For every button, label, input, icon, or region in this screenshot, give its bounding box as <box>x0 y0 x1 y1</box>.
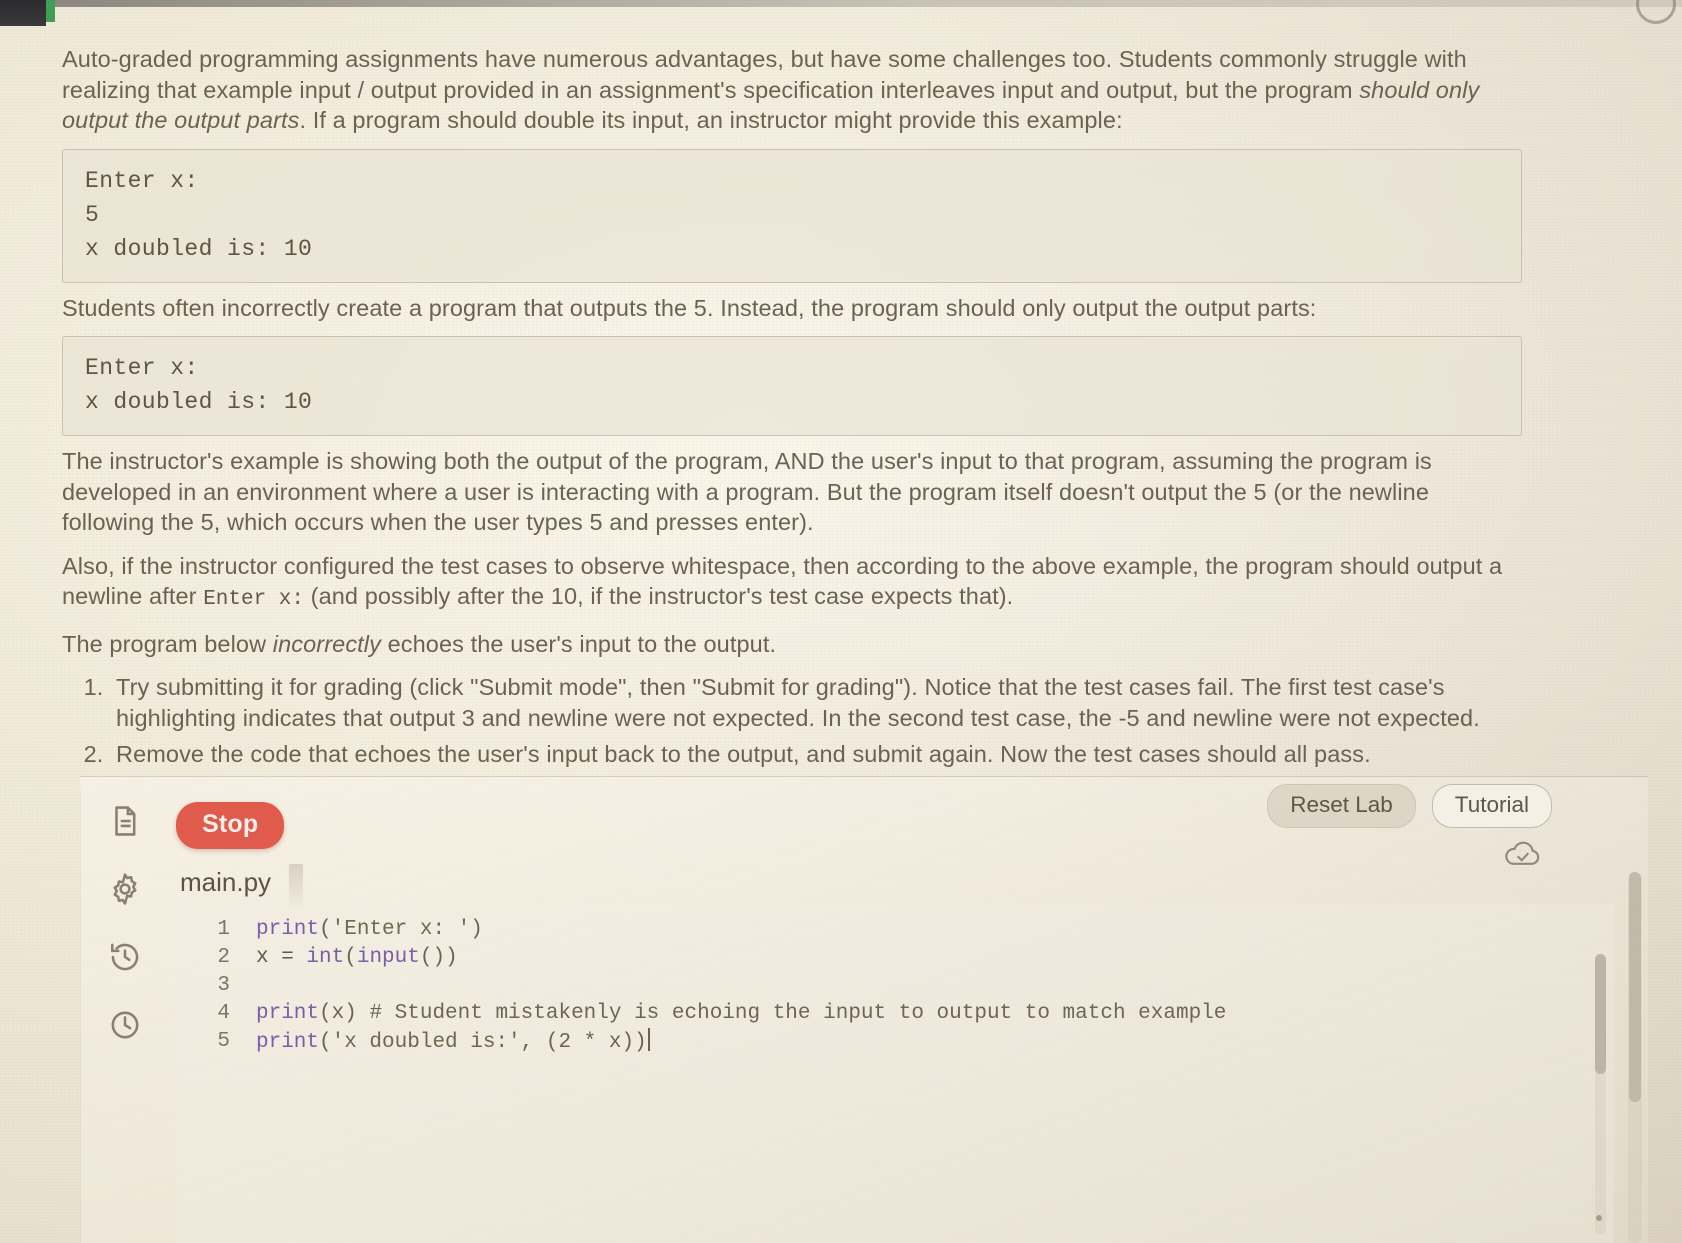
code-text-area[interactable]: 12345 print('Enter x: ') x = int(input())… <box>176 904 1614 1243</box>
code-token: (x) <box>319 1002 370 1025</box>
code-line[interactable]: x = int(input()) <box>256 944 1614 972</box>
code-token: ( <box>319 1031 332 1054</box>
code-token: 'x doubled is:' <box>331 1031 521 1054</box>
page-vertical-scrollbar[interactable] <box>1628 872 1642 1243</box>
instruction-steps: Try submitting it for grading (click "Su… <box>62 672 1522 770</box>
paragraph-1-text-b: . If a program should double its input, … <box>299 107 1123 133</box>
paragraph-5-text-b: echoes the user's input to the output. <box>380 630 777 657</box>
paragraph-5: The program below incorrectly echoes the… <box>62 629 1522 660</box>
line-number: 4 <box>217 1002 230 1025</box>
history-icon[interactable] <box>108 940 142 974</box>
paragraph-1: Auto-graded programming assignments have… <box>62 44 1522 136</box>
code-content[interactable]: print('Enter x: ') x = int(input()) print… <box>242 904 1614 1243</box>
code-token: int <box>306 946 345 969</box>
lab-action-buttons: Reset Lab Tutorial <box>1267 784 1552 828</box>
code-line[interactable]: print('Enter x: ') <box>256 916 1614 944</box>
code-line[interactable] <box>256 972 1614 1000</box>
tab-main-py[interactable]: main.py <box>176 863 289 904</box>
paragraph-1-text-a: Auto-graded programming assignments have… <box>62 46 1467 103</box>
resize-handle-dot[interactable] <box>1596 1215 1602 1221</box>
clock-icon[interactable] <box>108 1008 142 1042</box>
code-line[interactable]: print(x) # Student mistakenly is echoing… <box>256 1000 1614 1028</box>
code-token: ) <box>470 918 483 941</box>
paragraph-5-emphasis: incorrectly <box>272 630 381 657</box>
code-token: ( <box>344 946 357 969</box>
code-token: x = <box>256 946 307 969</box>
code-token: # Student mistakenly is echoing the inpu… <box>369 1002 1227 1025</box>
paragraph-2: Students often incorrectly create a prog… <box>62 294 1317 321</box>
document-icon[interactable] <box>108 804 142 838</box>
paragraph-4-text-b: (and possibly after the 10, if the instr… <box>304 583 1014 609</box>
editor-vertical-scrollbar[interactable] <box>1595 954 1606 1235</box>
tutorial-button[interactable]: Tutorial <box>1431 784 1552 828</box>
stop-button[interactable]: Stop <box>176 802 285 849</box>
text-caret <box>647 1028 650 1051</box>
code-token: print <box>256 1002 320 1025</box>
page-scrollbar-thumb[interactable] <box>1629 872 1641 1102</box>
scrollbar-thumb[interactable] <box>1595 954 1606 1074</box>
code-line[interactable]: print('x doubled is:', (2 * x)) <box>256 1028 1614 1057</box>
code-token: print <box>256 918 320 941</box>
code-token: , (2 * x)) <box>520 1031 647 1054</box>
list-item: Remove the code that echoes the user's i… <box>110 739 1522 770</box>
editor-tab-bar: main.py <box>176 858 1614 906</box>
code-token: input <box>356 946 420 969</box>
tab-edge-divider <box>289 864 304 906</box>
run-controls: Stop <box>176 802 285 849</box>
code-token: 'Enter x: ' <box>331 918 471 941</box>
list-item: Try submitting it for grading (click "Su… <box>110 672 1522 734</box>
inline-code-enter-x: Enter x: <box>203 588 305 611</box>
paragraph-5-text-a: The program below <box>62 630 273 657</box>
code-token: ( <box>319 918 332 941</box>
example-output-block-1: Enter x: 5 x doubled is: 10 <box>62 148 1522 283</box>
lab-icon-rail <box>98 804 152 1042</box>
code-token: ()) <box>419 946 458 969</box>
gear-icon[interactable] <box>108 872 142 906</box>
code-editor: main.py 12345 print('Enter x: ') x = int(… <box>176 858 1614 1243</box>
line-number-gutter: 1 2 3 4 5 <box>176 904 242 1243</box>
example-output-block-2: Enter x: x doubled is: 10 <box>62 336 1522 436</box>
paragraph-3: The instructor's example is showing both… <box>62 448 1432 535</box>
line-number: 2 <box>217 946 230 969</box>
lab-panel: Stop Reset Lab Tutorial main.py 1 2 3 4 5 pr… <box>80 776 1648 1243</box>
line-number: 5 <box>217 1030 230 1053</box>
paragraph-4: Also, if the instructor configured the t… <box>62 551 1522 616</box>
lesson-prose: Auto-graded programming assignments have… <box>62 44 1522 775</box>
line-number: 1 <box>217 918 230 941</box>
page-content: Auto-graded programming assignments have… <box>0 0 1682 1243</box>
code-token: print <box>256 1031 320 1054</box>
line-number: 3 <box>217 974 230 997</box>
reset-lab-button[interactable]: Reset Lab <box>1267 784 1416 828</box>
